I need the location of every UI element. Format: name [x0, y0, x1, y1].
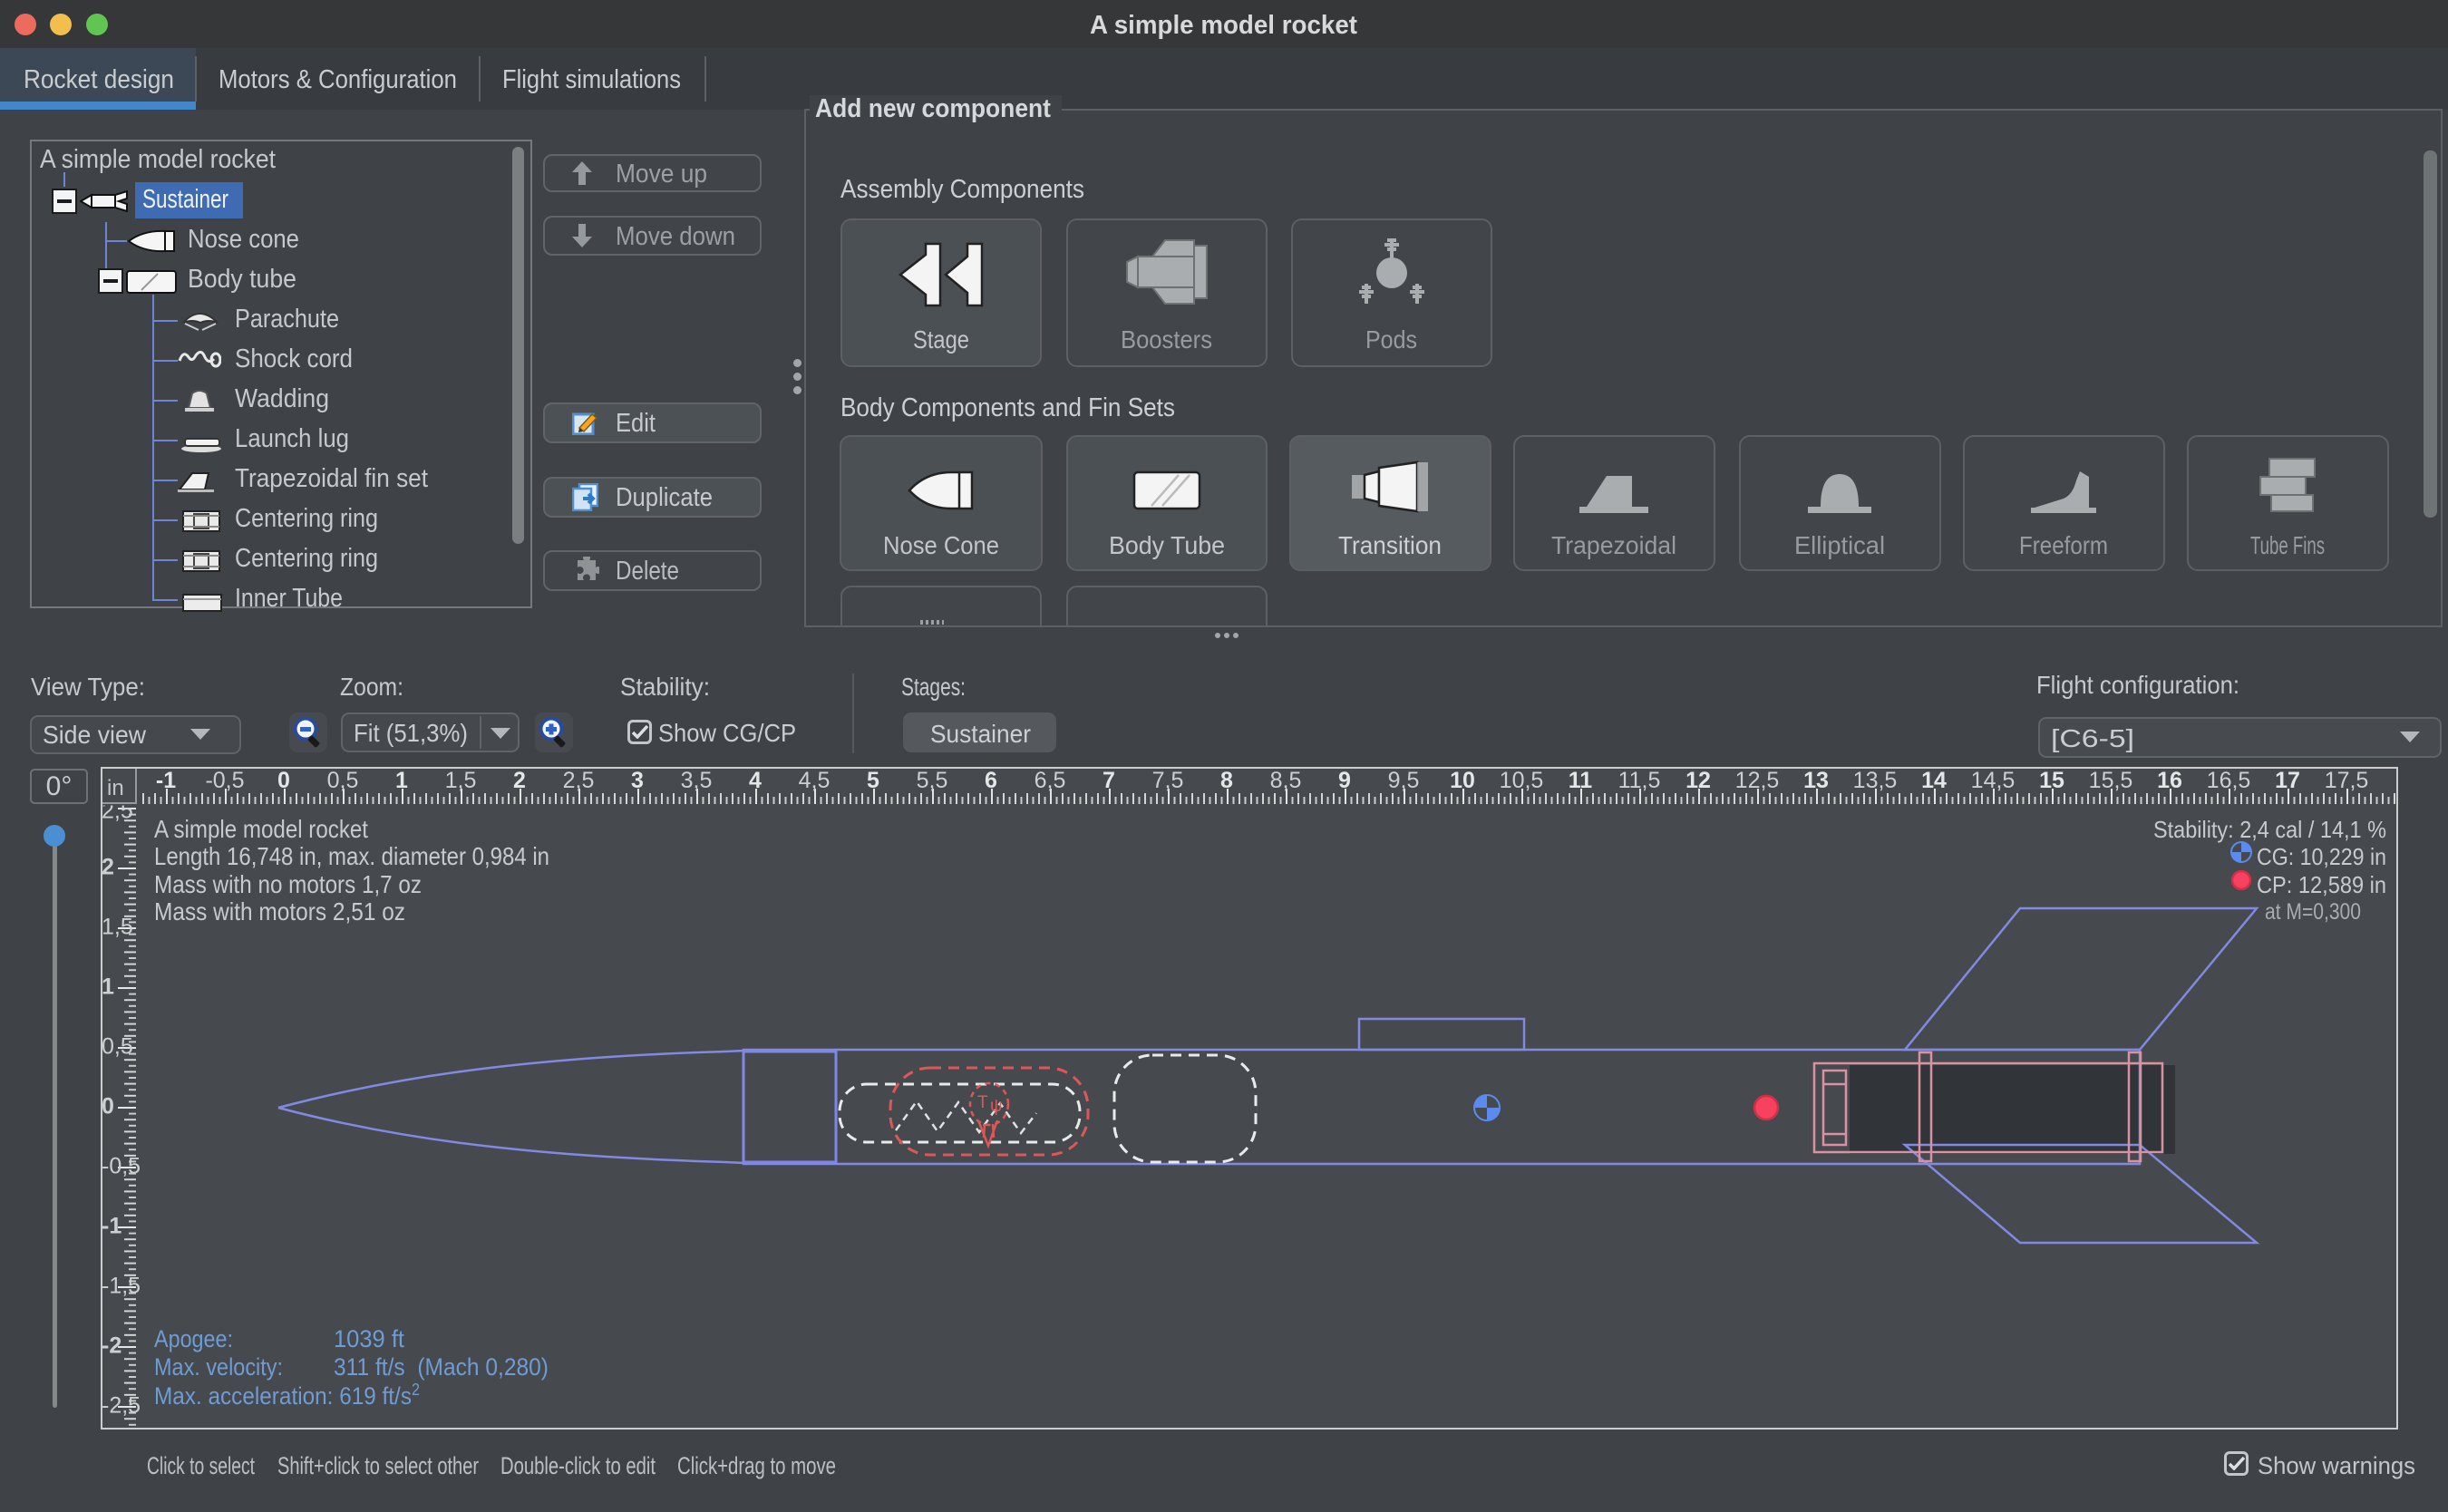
svg-text:T: T	[977, 1093, 988, 1112]
svg-text:ψ: ψ	[990, 1097, 1003, 1116]
